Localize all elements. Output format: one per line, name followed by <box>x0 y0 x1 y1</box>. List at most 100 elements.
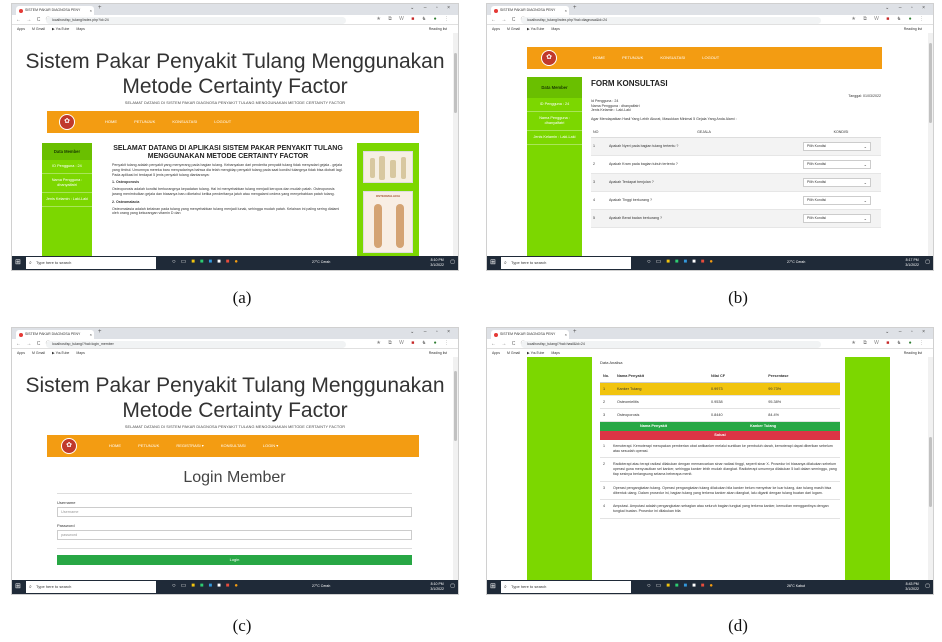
nav-petunjuk[interactable]: PETUNJUK <box>138 443 159 448</box>
taskbar-search[interactable]: ⌕ Type here to search <box>501 581 631 593</box>
weather-status[interactable]: 26°C Kabut <box>787 584 805 588</box>
nav-konsultasi[interactable]: KONSULTASI <box>660 55 685 60</box>
url-field[interactable]: localhost/sp_tulang/index.php?id=24 <box>46 16 346 24</box>
extensions-icon[interactable]: ★ ⧉ W ■ ♞ ● ⋮ <box>376 16 452 22</box>
new-tab-icon[interactable]: + <box>573 5 577 11</box>
weather-status[interactable]: 27°C Cerah <box>312 260 330 264</box>
window-controls[interactable]: ⌄ – ▫ × <box>410 5 454 11</box>
bookmark-youtube[interactable]: ▶ YouTube <box>52 27 69 31</box>
taskbar: ⊞ ⌕ Type here to search ○▭■■■■■● 27°C Cer… <box>12 256 458 270</box>
bookmark-youtube[interactable]: ▶ YouTube <box>52 351 69 355</box>
login-button[interactable]: Login <box>57 555 412 565</box>
url-field[interactable]: localhost/sp_tulang/?hal=login_member <box>46 340 346 348</box>
close-tab-icon[interactable]: × <box>565 6 567 15</box>
password-input[interactable]: password <box>57 530 412 540</box>
bookmark-gmail[interactable]: M Gmail <box>507 27 520 31</box>
notification-icon[interactable]: ▢ <box>450 259 455 265</box>
reading-list[interactable]: Reading list <box>904 25 922 33</box>
nav-home[interactable]: HOME <box>109 443 121 448</box>
taskbar-apps[interactable]: ○▭■■■■■● <box>647 582 718 589</box>
notification-icon[interactable]: ▢ <box>450 583 455 589</box>
nav-logout[interactable]: LOGOUT <box>702 55 719 60</box>
taskbar-search[interactable]: ⌕ Type here to search <box>26 257 156 269</box>
nav-registrasi[interactable]: REGISTRASI ▾ <box>176 443 203 448</box>
bookmark-maps[interactable]: Maps <box>551 27 560 31</box>
username-input[interactable]: Username <box>57 507 412 517</box>
clock[interactable]: 8:10 PM 3/1/2022 <box>430 582 444 592</box>
bookmark-apps[interactable]: Apps <box>17 351 25 355</box>
scrollbar[interactable] <box>453 33 458 257</box>
window-controls[interactable]: ⌄ – ▫ × <box>885 329 929 335</box>
bookmark-maps[interactable]: Maps <box>76 351 85 355</box>
weather-status[interactable]: 27°C Cerah <box>312 584 330 588</box>
nav-home[interactable]: HOME <box>593 55 605 60</box>
logo-icon[interactable]: ✿ <box>61 438 77 454</box>
windows-start-icon[interactable]: ⊞ <box>15 583 21 591</box>
browser-tab[interactable]: SISTEM PAKAR DIAGNOSA PENY × <box>16 330 94 339</box>
extensions-icon[interactable]: ★ ⧉ W ■ ♞ ● ⋮ <box>851 16 927 22</box>
taskbar-apps[interactable]: ○▭■■■■■● <box>172 582 243 589</box>
windows-start-icon[interactable]: ⊞ <box>490 259 496 267</box>
notification-icon[interactable]: ▢ <box>925 259 930 265</box>
scrollbar[interactable] <box>928 33 933 257</box>
new-tab-icon[interactable]: + <box>573 329 577 335</box>
browser-tab[interactable]: SISTEM PAKAR DIAGNOSA PENY × <box>491 6 569 15</box>
window-controls[interactable]: ⌄ – ▫ × <box>410 329 454 335</box>
scrollbar[interactable] <box>453 357 458 581</box>
notification-icon[interactable]: ▢ <box>925 583 930 589</box>
kondisi-select[interactable]: Pilih Kondisi ⌄ <box>803 213 871 223</box>
url-field[interactable]: localhost/sp_tulang/?hal=hasil&id=24 <box>521 340 821 348</box>
clock[interactable]: 8:43 PM 3/1/2022 <box>905 582 919 592</box>
extensions-icon[interactable]: ★ ⧉ W ■ ♞ ● ⋮ <box>851 340 927 346</box>
bookmark-maps[interactable]: Maps <box>76 27 85 31</box>
bookmark-apps[interactable]: Apps <box>492 27 500 31</box>
kondisi-select[interactable]: Pilih Kondisi ⌄ <box>803 141 871 151</box>
kondisi-select[interactable]: Pilih Kondisi ⌄ <box>803 177 871 187</box>
browser-tab[interactable]: SISTEM PAKAR DIAGNOSA PENY × <box>16 6 94 15</box>
bookmark-gmail[interactable]: M Gmail <box>32 27 45 31</box>
nav-bar: ✿ HOME PETUNJUK REGISTRASI ▾ KONSULTASI … <box>47 435 419 457</box>
kondisi-select[interactable]: Pilih Kondisi ⌄ <box>803 159 871 169</box>
close-tab-icon[interactable]: × <box>90 330 92 339</box>
clock[interactable]: 8:10 PM 3/1/2022 <box>430 258 444 268</box>
reading-list[interactable]: Reading list <box>904 349 922 357</box>
taskbar-search[interactable]: ⌕ Type here to search <box>501 257 631 269</box>
new-tab-icon[interactable]: + <box>98 329 102 335</box>
bookmark-gmail[interactable]: M Gmail <box>507 351 520 355</box>
logo-icon[interactable]: ✿ <box>59 114 75 130</box>
reading-list[interactable]: Reading list <box>429 349 447 357</box>
chevron-down-icon: ⌄ <box>863 197 867 203</box>
bookmark-youtube[interactable]: ▶ YouTube <box>527 27 544 31</box>
windows-start-icon[interactable]: ⊞ <box>15 259 21 267</box>
new-tab-icon[interactable]: + <box>98 5 102 11</box>
url-field[interactable]: localhost/sp_tulang/index.php?hal=diagno… <box>521 16 821 24</box>
close-tab-icon[interactable]: × <box>565 330 567 339</box>
bookmark-youtube[interactable]: ▶ YouTube <box>527 351 544 355</box>
taskbar-search[interactable]: ⌕ Type here to search <box>26 581 156 593</box>
scrollbar[interactable] <box>928 357 933 581</box>
clock[interactable]: 8:17 PM 3/1/2022 <box>905 258 919 268</box>
bookmark-maps[interactable]: Maps <box>551 351 560 355</box>
nav-konsultasi[interactable]: KONSULTASI <box>221 443 246 448</box>
browser-tab[interactable]: SISTEM PAKAR DIAGNOSA PENY × <box>491 330 569 339</box>
bookmark-gmail[interactable]: M Gmail <box>32 351 45 355</box>
bookmark-apps[interactable]: Apps <box>17 27 25 31</box>
nav-home[interactable]: HOME <box>105 119 117 124</box>
taskbar-apps[interactable]: ○▭■■■■■● <box>647 258 718 265</box>
nav-petunjuk[interactable]: PETUNJUK <box>622 55 643 60</box>
chevron-down-icon: ⌄ <box>863 179 867 185</box>
bookmark-apps[interactable]: Apps <box>492 351 500 355</box>
window-controls[interactable]: ⌄ – ▫ × <box>885 5 929 11</box>
nav-login[interactable]: LOGIN ▾ <box>263 443 279 448</box>
logo-icon[interactable]: ✿ <box>541 50 557 66</box>
reading-list[interactable]: Reading list <box>429 25 447 33</box>
windows-start-icon[interactable]: ⊞ <box>490 583 496 591</box>
nav-petunjuk[interactable]: PETUNJUK <box>134 119 155 124</box>
close-tab-icon[interactable]: × <box>90 6 92 15</box>
nav-konsultasi[interactable]: KONSULTASI <box>172 119 197 124</box>
weather-status[interactable]: 27°C Cerah <box>787 260 805 264</box>
taskbar-apps[interactable]: ○▭■■■■■● <box>172 258 243 265</box>
kondisi-select[interactable]: Pilih Kondisi ⌄ <box>803 195 871 205</box>
nav-logout[interactable]: LOGOUT <box>214 119 231 124</box>
extensions-icon[interactable]: ★ ⧉ W ■ ♞ ● ⋮ <box>376 340 452 346</box>
